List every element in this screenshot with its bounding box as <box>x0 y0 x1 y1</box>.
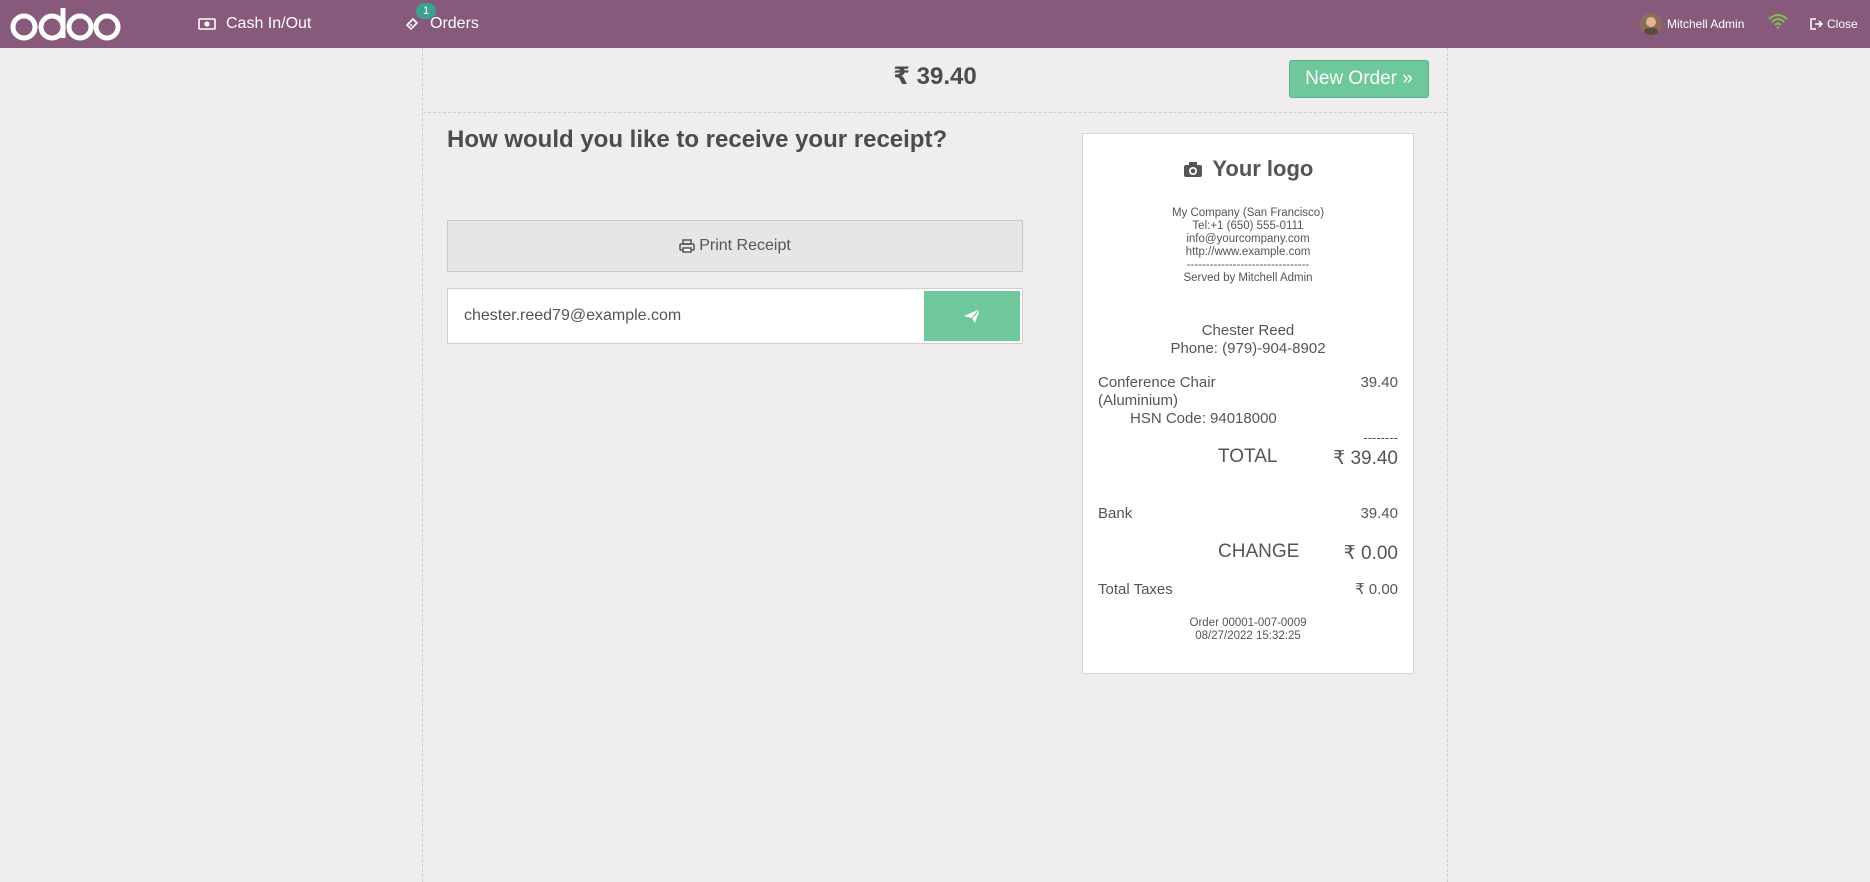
odoo-logo <box>10 8 121 41</box>
taxes-line: Total Taxes ₹ 0.00 <box>1098 581 1398 599</box>
total-separator: -------- <box>1363 430 1398 445</box>
print-receipt-button[interactable]: Print Receipt <box>447 220 1023 272</box>
receipt-logo: Your logo <box>1083 156 1413 182</box>
orders-count-badge: 1 <box>416 3 436 19</box>
separator: -------------------------------- <box>1186 259 1310 271</box>
money-icon <box>198 17 216 31</box>
receipt-customer: Chester Reed Phone: (979)-904-8902 <box>1083 322 1413 358</box>
hsn-code: HSN Code: 94018000 <box>1130 410 1277 427</box>
avatar <box>1640 13 1662 35</box>
total-value: ₹ 39.40 <box>1333 448 1398 469</box>
ticket-icon: 1 <box>404 3 436 32</box>
item-price: 39.40 <box>1360 374 1398 391</box>
payment-method: Bank <box>1098 505 1133 522</box>
user-name: Mitchell Admin <box>1667 17 1745 31</box>
change-value: ₹ 0.00 <box>1343 543 1398 564</box>
email-receipt-group <box>447 288 1023 344</box>
orders-label: Orders <box>430 15 479 32</box>
cash-in-out-button[interactable]: Cash In/Out <box>198 0 311 48</box>
paper-plane-icon <box>964 308 981 323</box>
print-receipt-label: Print Receipt <box>699 237 791 254</box>
order-date: 08/27/2022 15:32:25 <box>1195 630 1301 642</box>
email-input[interactable] <box>448 289 918 343</box>
wifi-icon <box>1768 13 1788 34</box>
item-name: Conference Chair <box>1098 374 1216 391</box>
item-variant: (Aluminium) <box>1098 392 1179 409</box>
served-by: Served by Mitchell Admin <box>1183 272 1313 284</box>
taxes-value: ₹ 0.00 <box>1355 581 1398 598</box>
camera-icon <box>1183 162 1202 177</box>
receipt-screen-header: ₹ 39.40 New Order » <box>423 48 1447 113</box>
company-name: My Company (San Francisco) <box>1171 207 1325 219</box>
company-website: http://www.example.com <box>1185 246 1311 258</box>
taxes-label: Total Taxes <box>1098 581 1173 598</box>
user-menu[interactable]: Mitchell Admin <box>1640 0 1744 48</box>
payment-line: Bank 39.40 <box>1098 505 1398 523</box>
order-reference: Order 00001-007-0009 <box>1189 617 1307 629</box>
orders-button[interactable]: 1 Orders <box>404 0 479 48</box>
receipt-question-heading: How would you like to receive your recei… <box>447 126 948 153</box>
company-email: info@yourcompany.com <box>1186 233 1310 245</box>
send-email-button[interactable] <box>924 291 1020 341</box>
receipt-company-info: My Company (San Francisco) Tel:+1 (650) … <box>1083 207 1413 285</box>
company-tel: Tel:+1 (650) 555-0111 <box>1192 220 1304 232</box>
logo-text: Your logo <box>1212 156 1314 181</box>
receipt-footer: Order 00001-007-0009 08/27/2022 15:32:25 <box>1083 617 1413 643</box>
receipt-line-item: Conference Chair (Aluminium) 39.40 <box>1098 374 1398 410</box>
close-label: Close <box>1827 17 1858 31</box>
print-icon <box>679 239 695 253</box>
top-navbar: Cash In/Out 1 Orders Mitchell Admin Clos… <box>0 0 1870 48</box>
customer-phone: Phone: (979)-904-8902 <box>1170 340 1326 357</box>
change-label: CHANGE <box>1218 541 1300 562</box>
close-button[interactable]: Close <box>1810 0 1858 48</box>
total-label: TOTAL <box>1218 446 1278 467</box>
receipt-screen: ₹ 39.40 New Order » How would you like t… <box>422 48 1448 882</box>
cash-in-out-label: Cash In/Out <box>226 15 312 32</box>
new-order-button[interactable]: New Order » <box>1289 60 1429 98</box>
payment-amount: 39.40 <box>1360 505 1398 522</box>
sign-out-icon <box>1810 18 1823 30</box>
customer-name: Chester Reed <box>1201 322 1295 339</box>
receipt-preview: Your logo My Company (San Francisco) Tel… <box>1082 133 1414 674</box>
